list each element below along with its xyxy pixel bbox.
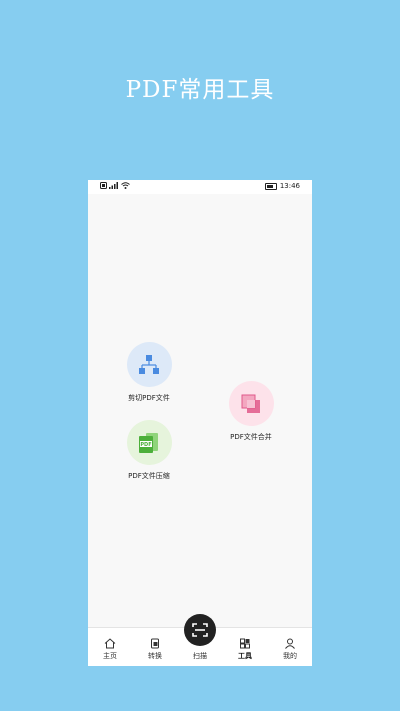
tool-merge-pdf-label: PDF文件合并 (230, 433, 272, 441)
tab-scan-label: 扫描 (193, 652, 207, 660)
home-icon (104, 638, 116, 649)
pdf-zip-icon: PDF (139, 432, 158, 453)
tool-merge-pdf-circle (228, 381, 274, 426)
scan-button[interactable] (184, 614, 216, 646)
tool-merge-pdf[interactable]: PDF文件合并 (225, 381, 277, 442)
svg-text:PDF: PDF (140, 442, 151, 448)
tool-split-pdf[interactable]: 剪切PDF文件 (123, 342, 175, 403)
signal-icon (109, 182, 118, 189)
phone-screen: 13:46 剪切PDF文件 PDF文件合并 PDF PDF文件压缩 主页 转换 … (88, 180, 312, 666)
tool-compress-pdf-circle: PDF (126, 420, 172, 465)
tab-tools[interactable]: 工具 (230, 638, 260, 661)
tab-mine[interactable]: 我的 (275, 638, 305, 661)
status-bar: 13:46 (88, 180, 312, 194)
tab-tools-label: 工具 (238, 652, 252, 660)
status-icons-right: 13:46 (264, 182, 300, 190)
tab-mine-label: 我的 (283, 652, 297, 660)
person-icon (285, 638, 295, 649)
wifi-icon (121, 182, 130, 189)
tab-convert-label: 转换 (148, 652, 162, 660)
tool-compress-pdf-label: PDF文件压缩 (128, 472, 170, 480)
tool-split-pdf-circle (126, 342, 172, 387)
battery-icon (264, 182, 277, 190)
merge-squares-icon (241, 394, 260, 413)
promo-title: PDF常用工具 (125, 77, 275, 103)
tool-split-pdf-label: 剪切PDF文件 (128, 394, 170, 402)
tab-home[interactable]: 主页 (95, 638, 125, 661)
sim-icon (100, 182, 107, 189)
convert-icon (151, 638, 159, 649)
status-time: 13:46 (279, 182, 300, 190)
status-icons-left (100, 182, 130, 189)
tab-convert[interactable]: 转换 (140, 638, 170, 661)
split-tree-icon (139, 354, 159, 374)
scan-icon (192, 623, 208, 637)
tab-home-label: 主页 (103, 652, 117, 660)
tools-grid-icon (240, 638, 250, 649)
tool-compress-pdf[interactable]: PDF PDF文件压缩 (123, 420, 175, 481)
tab-scan[interactable]: 扫描 (185, 651, 215, 661)
bottom-tab-bar: 主页 转换 扫描 工具 我的 (88, 614, 312, 666)
